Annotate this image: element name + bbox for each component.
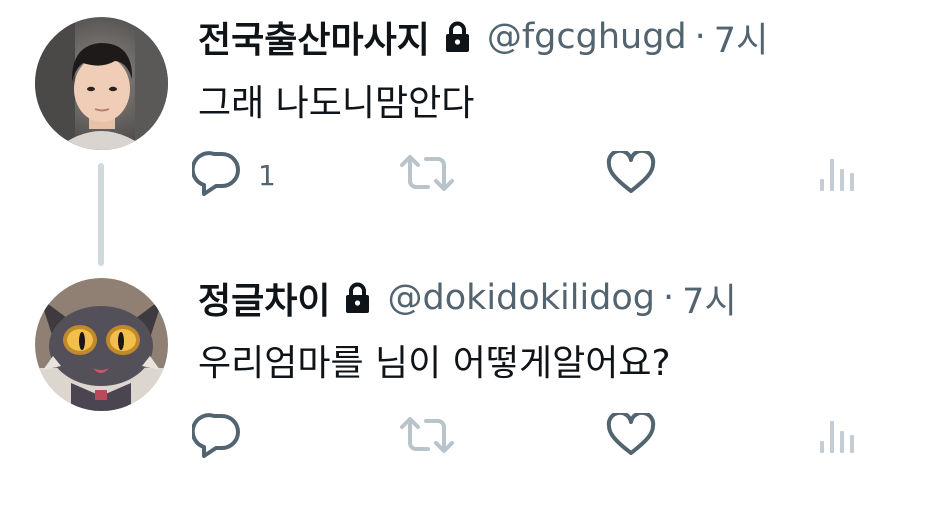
separator-dot: · bbox=[694, 17, 706, 57]
views-button[interactable] bbox=[817, 412, 859, 462]
tweet[interactable]: 전국출산마사지 @fgcghugd · 7시 그래 나도니맘안다 1 bbox=[0, 0, 937, 247]
reply-icon bbox=[190, 150, 244, 200]
retweet-icon bbox=[398, 413, 456, 461]
avatar[interactable] bbox=[35, 278, 168, 411]
heart-icon bbox=[606, 148, 656, 199]
reply-button[interactable] bbox=[190, 412, 258, 462]
user-handle[interactable]: @dokidokilidog bbox=[387, 278, 655, 318]
tweet[interactable]: 정글차이 @dokidokilidog · 7시 우리엄마를 님이 어떻게알어요… bbox=[0, 262, 937, 509]
display-name[interactable]: 정글차이 bbox=[198, 272, 330, 324]
tweet-actions bbox=[0, 410, 937, 462]
tweet-text: 그래 나도니맘안다 bbox=[198, 83, 475, 124]
like-button[interactable] bbox=[606, 148, 656, 200]
display-name[interactable]: 전국출산마사지 bbox=[198, 11, 430, 63]
separator-dot: · bbox=[663, 278, 675, 318]
user-handle[interactable]: @fgcghugd bbox=[487, 17, 687, 57]
views-button[interactable] bbox=[817, 150, 859, 200]
like-button[interactable] bbox=[606, 410, 656, 462]
retweet-button[interactable] bbox=[398, 150, 456, 200]
views-icon bbox=[817, 153, 859, 197]
heart-icon bbox=[606, 410, 656, 461]
tweet-text: 우리엄마를 님이 어떻게알어요? bbox=[198, 343, 671, 384]
tweet-header: 전국출산마사지 @fgcghugd · 7시 bbox=[198, 12, 768, 62]
views-icon bbox=[817, 415, 859, 459]
reply-count: 1 bbox=[258, 158, 276, 192]
timestamp[interactable]: 7시 bbox=[682, 273, 736, 324]
reply-icon bbox=[190, 412, 244, 462]
lock-icon bbox=[444, 21, 471, 53]
lock-icon bbox=[344, 282, 371, 314]
retweet-icon bbox=[398, 151, 456, 199]
tweet-header: 정글차이 @dokidokilidog · 7시 bbox=[198, 273, 737, 323]
retweet-button[interactable] bbox=[398, 412, 456, 462]
timestamp[interactable]: 7시 bbox=[714, 12, 768, 63]
reply-button[interactable]: 1 bbox=[190, 150, 276, 200]
avatar[interactable] bbox=[35, 17, 168, 150]
tweet-actions: 1 bbox=[0, 148, 937, 200]
